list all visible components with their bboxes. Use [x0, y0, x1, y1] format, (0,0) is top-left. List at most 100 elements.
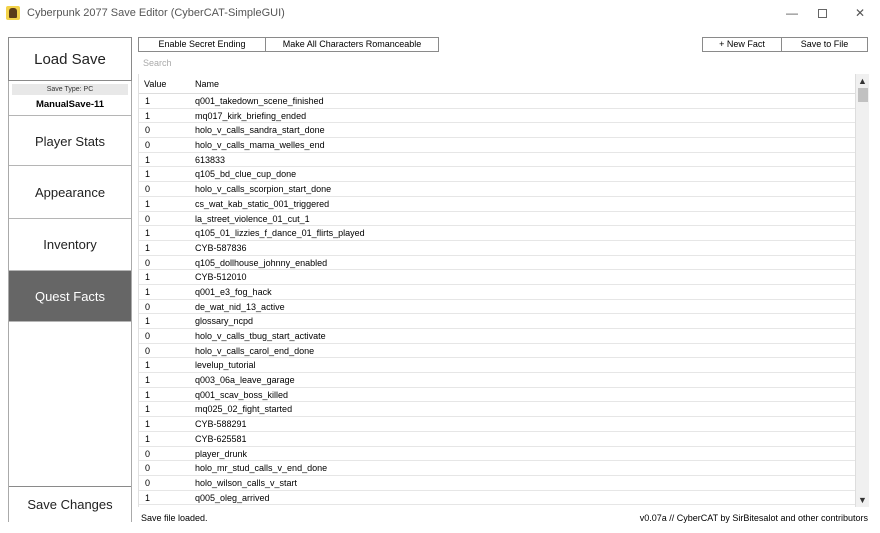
scroll-up-icon[interactable]: ▲ [856, 74, 869, 88]
table-row[interactable]: 1 mq017_kirk_briefing_ended [139, 109, 855, 124]
table-row[interactable]: 1 levelup_tutorial [139, 358, 855, 374]
window-title: Cyberpunk 2077 Save Editor (CyberCAT-Sim… [27, 7, 285, 19]
fact-value-cell[interactable]: 1 [145, 155, 150, 165]
quest-facts-table: Value Name 1 q001_takedown_scene_finished… [138, 74, 855, 507]
fact-name-cell: holo_v_calls_scorpion_start_done [195, 184, 332, 195]
table-row[interactable]: 0 holo_v_calls_carol_end_done [139, 344, 855, 359]
fact-name-cell: q001_takedown_scene_finished [195, 96, 324, 106]
table-row[interactable]: 0 holo_v_calls_tbug_start_activate [139, 329, 855, 344]
fact-value-cell[interactable]: 1 [145, 272, 150, 282]
table-row[interactable]: 0 la_street_violence_01_cut_1 [139, 212, 855, 227]
fact-name-cell: 613833 [195, 154, 226, 165]
save-type-label: Save Type: PC [12, 84, 128, 95]
fact-value-cell[interactable]: 1 [145, 390, 150, 400]
fact-value-cell[interactable]: 0 [145, 478, 150, 488]
new-fact-button[interactable]: + New Fact [702, 37, 782, 52]
fact-value-cell[interactable]: 1 [145, 169, 150, 179]
fact-value-cell[interactable]: 0 [145, 463, 150, 473]
table-row[interactable]: 1 q001_takedown_scene_finished [139, 94, 855, 109]
sidebar-item-quest-facts[interactable]: Quest Facts [9, 271, 131, 322]
table-row[interactable]: 1 CYB-587836 [139, 241, 855, 256]
table-row[interactable]: 1 613833 [139, 153, 855, 168]
fact-name-cell: holo_v_calls_carol_end_done [195, 345, 315, 356]
sidebar-item-appearance[interactable]: Appearance [9, 167, 131, 219]
sidebar-item-player-stats[interactable]: Player Stats [9, 115, 131, 166]
title-bar: Cyberpunk 2077 Save Editor (CyberCAT-Sim… [0, 0, 880, 28]
fact-value-cell[interactable]: 1 [145, 287, 150, 297]
fact-value-cell[interactable]: 1 [145, 316, 150, 326]
fact-name-cell: holo_mr_stud_calls_v_end_done [195, 463, 328, 474]
fact-value-cell[interactable]: 0 [145, 331, 150, 341]
status-message: Save file loaded. [141, 513, 208, 523]
table-row[interactable]: 1 mq025_02_fight_started [139, 402, 855, 418]
fact-value-cell[interactable]: 1 [145, 493, 150, 503]
table-row[interactable]: 0 holo_v_calls_scorpion_start_done [139, 182, 855, 197]
table-row[interactable]: 1 q105_bd_clue_cup_done [139, 167, 855, 183]
fact-name-cell: holo_v_calls_mama_welles_end [195, 140, 325, 151]
make-all-romanceable-button[interactable]: Make All Characters Romanceable [265, 37, 439, 52]
table-row[interactable]: 0 de_wat_nid_13_active [139, 300, 855, 315]
table-row[interactable]: 1 q105_01_lizzies_f_dance_01_flirts_playe… [139, 226, 855, 241]
fact-name-cell: q105_bd_clue_cup_done [195, 169, 297, 180]
search-input[interactable] [139, 55, 868, 71]
maximize-button[interactable] [808, 4, 836, 22]
scrollbar-thumb[interactable] [858, 88, 868, 102]
app-logo-icon [6, 6, 20, 20]
enable-secret-ending-button[interactable]: Enable Secret Ending [138, 37, 266, 52]
fact-name-cell: de_wat_nid_13_active [195, 301, 285, 312]
version-label: v0.07a // CyberCAT by SirBitesalot and o… [639, 513, 868, 523]
table-row[interactable]: 0 q105_dollhouse_johnny_enabled [139, 256, 855, 271]
table-row[interactable]: 1 q003_06a_leave_garage [139, 373, 855, 388]
table-row[interactable]: 1 q001_scav_boss_killed [139, 388, 855, 403]
fact-name-cell: q105_dollhouse_johnny_enabled [195, 257, 328, 268]
fact-value-cell[interactable]: 0 [145, 125, 150, 135]
fact-value-cell[interactable]: 1 [145, 375, 150, 385]
fact-value-cell[interactable]: 1 [145, 404, 150, 414]
fact-value-cell[interactable]: 1 [145, 111, 150, 121]
column-header-value[interactable]: Value [144, 79, 166, 89]
sidebar-item-inventory[interactable]: Inventory [9, 219, 131, 271]
fact-value-cell[interactable]: 0 [145, 140, 150, 150]
table-row[interactable]: 1 CYB-588291 [139, 417, 855, 432]
save-changes-button[interactable]: Save Changes [9, 486, 131, 522]
table-row[interactable]: 1 CYB-625581 [139, 432, 855, 447]
column-header-name[interactable]: Name [195, 79, 219, 89]
minimize-button[interactable]: — [778, 4, 806, 22]
fact-name-cell: holo_v_calls_tbug_start_activate [195, 331, 326, 341]
fact-value-cell[interactable]: 1 [145, 434, 150, 444]
table-row[interactable]: 0 player_drunk [139, 447, 855, 462]
close-button[interactable]: ✕ [846, 4, 874, 22]
fact-value-cell[interactable]: 1 [145, 360, 150, 370]
table-row[interactable]: 0 holo_v_calls_sandra_start_done [139, 123, 855, 139]
save-to-file-button[interactable]: Save to File [781, 37, 868, 52]
table-row[interactable]: 1 cs_wat_kab_static_001_triggered [139, 197, 855, 212]
table-row[interactable]: 1 q005_oleg_arrived [139, 491, 855, 506]
table-row[interactable]: 0 holo_mr_stud_calls_v_end_done [139, 461, 855, 476]
table-row[interactable]: 0 holo_wilson_calls_v_start [139, 476, 855, 491]
fact-value-cell[interactable]: 1 [145, 96, 150, 106]
table-row[interactable]: 1 q001_e3_fog_hack [139, 285, 855, 300]
fact-name-cell: player_drunk [195, 448, 248, 459]
vertical-scrollbar[interactable]: ▲ ▼ [855, 74, 869, 507]
table-row[interactable]: 1 CYB-512010 [139, 270, 855, 285]
fact-value-cell[interactable]: 1 [145, 243, 150, 253]
fact-name-cell: holo_v_calls_sandra_start_done [195, 125, 325, 136]
fact-value-cell[interactable]: 0 [145, 302, 150, 312]
fact-value-cell[interactable]: 0 [145, 346, 150, 356]
fact-value-cell[interactable]: 1 [145, 419, 150, 429]
fact-name-cell: mq025_02_fight_started [195, 404, 293, 415]
table-row[interactable]: 1 glossary_ncpd [139, 314, 855, 329]
sidebar: Load Save Save Type: PC ManualSave-11 Pl… [8, 37, 132, 522]
table-row[interactable]: 0 holo_v_calls_mama_welles_end [139, 138, 855, 153]
fact-name-cell: glossary_ncpd [195, 316, 254, 327]
fact-value-cell[interactable]: 0 [145, 258, 150, 268]
fact-value-cell[interactable]: 0 [145, 184, 150, 194]
load-save-button[interactable]: Load Save [8, 37, 132, 81]
fact-value-cell[interactable]: 1 [145, 228, 150, 238]
fact-value-cell[interactable]: 0 [145, 449, 150, 459]
table-body: 1 q001_takedown_scene_finished 1 mq017_kirk… [139, 94, 855, 506]
scroll-down-icon[interactable]: ▼ [856, 493, 869, 507]
fact-value-cell[interactable]: 0 [145, 214, 150, 224]
close-icon: ✕ [854, 6, 866, 20]
fact-value-cell[interactable]: 1 [145, 199, 150, 209]
